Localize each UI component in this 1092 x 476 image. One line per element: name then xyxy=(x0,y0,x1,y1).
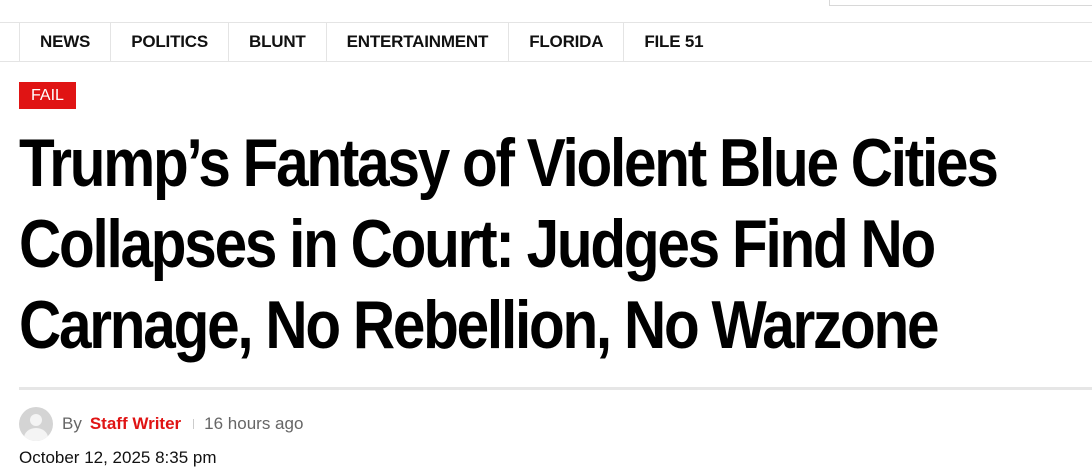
published-date: October 12, 2025 8:35 pm xyxy=(19,448,217,467)
byline: By Staff Writer 16 hours ago xyxy=(19,406,303,442)
nav-item-entertainment[interactable]: ENTERTAINMENT xyxy=(327,23,510,61)
byline-separator xyxy=(193,419,195,429)
nav-item-file-51[interactable]: FILE 51 xyxy=(624,23,723,61)
published-time-ago: 16 hours ago xyxy=(204,414,304,433)
nav-list: NEWS POLITICS BLUNT ENTERTAINMENT FLORID… xyxy=(19,23,723,61)
nav-item-news[interactable]: NEWS xyxy=(20,23,112,61)
article-page: NEWS POLITICS BLUNT ENTERTAINMENT FLORID… xyxy=(0,0,1092,476)
article-headline: Trump’s Fantasy of Violent Blue Cities C… xyxy=(19,125,999,363)
user-avatar-icon[interactable] xyxy=(19,407,53,441)
search-box[interactable] xyxy=(829,0,1092,6)
nav-item-florida[interactable]: FLORIDA xyxy=(509,23,625,61)
avatar-body xyxy=(24,428,48,441)
nav-item-politics[interactable]: POLITICS xyxy=(111,23,229,61)
nav-item-blunt[interactable]: BLUNT xyxy=(229,23,327,61)
avatar-head xyxy=(30,414,42,426)
byline-by-label: By xyxy=(62,414,82,433)
main-nav: NEWS POLITICS BLUNT ENTERTAINMENT FLORID… xyxy=(0,22,1092,62)
author-link[interactable]: Staff Writer xyxy=(90,414,181,434)
headline-divider xyxy=(19,387,1092,390)
category-badge[interactable]: FAIL xyxy=(19,82,76,109)
